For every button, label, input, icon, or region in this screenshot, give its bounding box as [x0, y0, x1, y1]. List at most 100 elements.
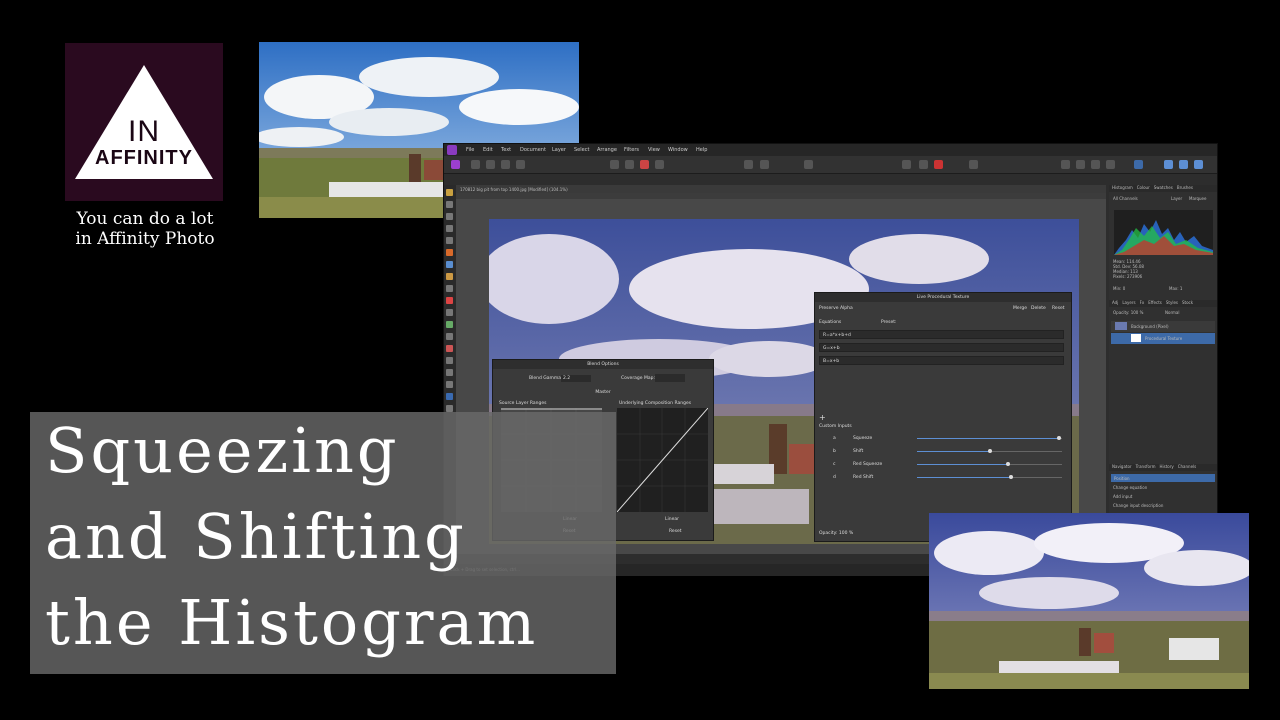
tab-histogram[interactable]: Histogram: [1112, 185, 1133, 190]
input-slider[interactable]: [917, 449, 1062, 453]
tab-history[interactable]: History: [1159, 464, 1173, 469]
studio-icon-3[interactable]: [1194, 160, 1203, 169]
document-tab[interactable]: 170812 big pit from top 1400.jpg [Modifi…: [456, 185, 1106, 193]
reset-button[interactable]: Reset: [1052, 306, 1065, 311]
snapping-icon[interactable]: [934, 160, 943, 169]
dodge-tool-icon[interactable]: [446, 309, 453, 316]
slider-knob[interactable]: [1009, 475, 1014, 479]
inpainting-tool-icon[interactable]: [446, 321, 453, 328]
assistant-icon[interactable]: [1134, 160, 1143, 169]
input-name[interactable]: Red Squeeze: [853, 462, 882, 467]
selection-add-icon[interactable]: [760, 160, 769, 169]
shape-tool-icon[interactable]: [446, 369, 453, 376]
tab-colour[interactable]: Colour: [1137, 185, 1150, 190]
coverage-map-curve[interactable]: [655, 374, 685, 382]
selection-mode-icon[interactable]: [744, 160, 753, 169]
flood-fill-icon[interactable]: [446, 249, 453, 256]
history-item-position[interactable]: Position: [1111, 474, 1215, 482]
underlying-linear-checkbox[interactable]: Linear: [665, 517, 679, 522]
histogram-max[interactable]: Max: 1: [1169, 286, 1182, 291]
eraser-tool-icon[interactable]: [446, 285, 453, 292]
persona-photo-icon[interactable]: [451, 160, 460, 169]
equation-row-blue[interactable]: B=x+b: [819, 356, 1064, 365]
zoom-tool-icon[interactable]: [446, 405, 453, 412]
menu-document[interactable]: Document: [520, 147, 546, 153]
white-balance-icon[interactable]: [655, 160, 664, 169]
preserve-alpha-checkbox[interactable]: Preserve Alpha: [819, 306, 853, 311]
histogram-min[interactable]: Min: 0: [1113, 286, 1125, 291]
flip-vertical-icon[interactable]: [1106, 160, 1115, 169]
tab-transform[interactable]: Transform: [1136, 464, 1156, 469]
crop-tool-icon[interactable]: [446, 201, 453, 208]
blemish-tool-icon[interactable]: [446, 333, 453, 340]
input-name[interactable]: Shift: [853, 449, 863, 454]
channel-select[interactable]: All Channels: [1113, 196, 1138, 201]
equation-row-red[interactable]: R=a*x+b+d: [819, 330, 1064, 339]
menu-window[interactable]: Window: [668, 147, 688, 153]
tab-effects[interactable]: Effects: [1148, 300, 1162, 305]
studio-icon-1[interactable]: [1164, 160, 1173, 169]
auto-colour-icon[interactable]: [640, 160, 649, 169]
menu-filters[interactable]: Filters: [624, 147, 639, 153]
persona-tonemap-icon[interactable]: [501, 160, 510, 169]
underlying-ranges-graph[interactable]: [616, 407, 709, 513]
menu-layer[interactable]: Layer: [552, 147, 566, 153]
align-icon[interactable]: [969, 160, 978, 169]
input-slider[interactable]: [917, 462, 1062, 466]
view-tool-icon[interactable]: [446, 393, 453, 400]
marquee-checkbox[interactable]: Marquee: [1189, 196, 1206, 201]
flip-horizontal-icon[interactable]: [1091, 160, 1100, 169]
persona-export-icon[interactable]: [516, 160, 525, 169]
underlying-reset-button[interactable]: Reset: [669, 529, 682, 534]
history-item-change-equation[interactable]: Change equation: [1113, 485, 1147, 490]
custom-input-row[interactable]: c Red Squeeze: [819, 460, 1064, 469]
slider-knob[interactable]: [987, 449, 992, 453]
delete-button[interactable]: Delete: [1031, 306, 1046, 311]
menu-edit[interactable]: Edit: [483, 147, 493, 153]
preset-label[interactable]: Preset:: [881, 320, 897, 325]
menu-arrange[interactable]: Arrange: [597, 147, 617, 153]
layer-checkbox[interactable]: Layer: [1171, 196, 1182, 201]
input-slider[interactable]: [917, 436, 1062, 440]
layer-row-procedural[interactable]: Procedural Texture: [1111, 333, 1215, 344]
layer-row-background[interactable]: Background (Pixel): [1111, 321, 1215, 332]
custom-input-row[interactable]: a Squeeze: [819, 434, 1064, 443]
tab-brushes[interactable]: Brushes: [1177, 185, 1193, 190]
persona-develop-icon[interactable]: [486, 160, 495, 169]
tab-swatches[interactable]: Swatches: [1154, 185, 1173, 190]
layer-opacity[interactable]: Opacity: 100 %: [1113, 310, 1143, 315]
tab-layers[interactable]: Layers: [1122, 300, 1135, 305]
input-name[interactable]: Red Shift: [853, 475, 873, 480]
custom-input-row[interactable]: b Shift: [819, 447, 1064, 456]
slider-knob[interactable]: [1006, 462, 1011, 466]
tab-channels[interactable]: Channels: [1178, 464, 1197, 469]
slider-knob[interactable]: [1057, 436, 1062, 440]
menu-file[interactable]: File: [466, 147, 474, 153]
pen-tool-icon[interactable]: [446, 357, 453, 364]
freehand-select-icon[interactable]: [446, 237, 453, 244]
menu-select[interactable]: Select: [574, 147, 589, 153]
paint-brush-icon[interactable]: [446, 273, 453, 280]
custom-input-row[interactable]: d Red Shift: [819, 473, 1064, 482]
tab-adjustments[interactable]: Adj: [1112, 300, 1118, 305]
channel-select[interactable]: Master: [493, 390, 713, 395]
tab-styles[interactable]: Styles: [1166, 300, 1178, 305]
menu-text[interactable]: Text: [501, 147, 511, 153]
refine-icon[interactable]: [919, 160, 928, 169]
red-eye-tool-icon[interactable]: [446, 345, 453, 352]
auto-levels-icon[interactable]: [610, 160, 619, 169]
history-item-change-description[interactable]: Change input description: [1113, 503, 1163, 508]
input-name[interactable]: Squeeze: [853, 436, 872, 441]
quick-mask-icon[interactable]: [902, 160, 911, 169]
persona-liquify-icon[interactable]: [471, 160, 480, 169]
arrange-back-icon[interactable]: [1061, 160, 1070, 169]
clone-tool-icon[interactable]: [446, 297, 453, 304]
equation-row-green[interactable]: G=x+b: [819, 343, 1064, 352]
studio-icon-2[interactable]: [1179, 160, 1188, 169]
mask-mode-icon[interactable]: [804, 160, 813, 169]
merge-button[interactable]: Merge: [1013, 306, 1027, 311]
gradient-tool-icon[interactable]: [446, 261, 453, 268]
marquee-tool-icon[interactable]: [446, 225, 453, 232]
move-tool-icon[interactable]: [446, 189, 453, 196]
dialog-opacity[interactable]: Opacity: 100 %: [819, 531, 853, 536]
